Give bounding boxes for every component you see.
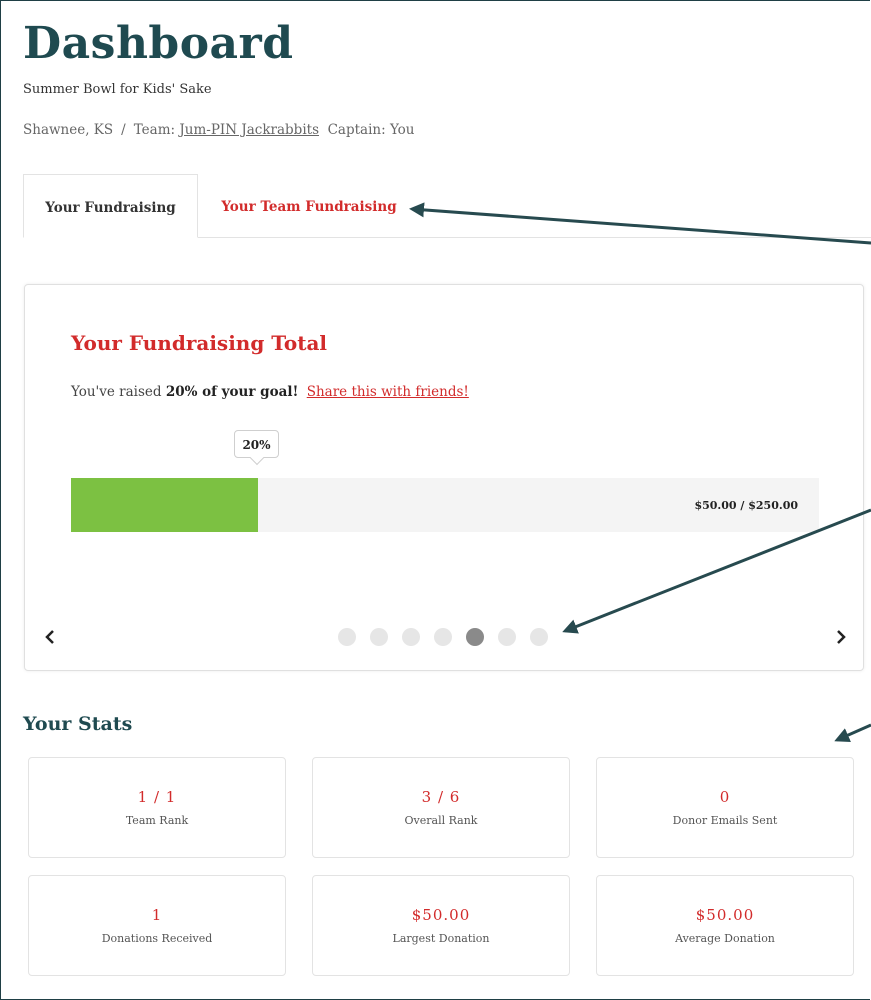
stat-value: $50.00 xyxy=(411,906,471,924)
meta-separator: / xyxy=(121,122,126,138)
stat-donations-received: 1 Donations Received xyxy=(28,875,286,976)
stat-value: 1 xyxy=(151,906,163,924)
carousel-dots xyxy=(338,628,562,646)
stat-largest-donation: $50.00 Largest Donation xyxy=(312,875,570,976)
stat-label: Team Rank xyxy=(125,814,189,827)
page-title: Dashboard xyxy=(23,18,294,69)
carousel-dot[interactable] xyxy=(466,628,484,646)
stat-team-rank: 1 / 1 Team Rank xyxy=(28,757,286,858)
stat-value: $50.00 xyxy=(695,906,755,924)
stat-average-donation: $50.00 Average Donation xyxy=(596,875,854,976)
captain-label: Captain: You xyxy=(327,122,415,138)
progress-bar-fill xyxy=(71,478,258,532)
carousel-prev-button[interactable] xyxy=(41,625,61,649)
tab-your-fundraising[interactable]: Your Fundraising xyxy=(23,174,198,238)
tab-your-team-fundraising[interactable]: Your Team Fundraising xyxy=(212,174,406,237)
raised-goal-percent: 20% of your goal! xyxy=(165,384,299,400)
carousel-dot[interactable] xyxy=(402,628,420,646)
stat-value: 1 / 1 xyxy=(137,788,177,806)
stat-label: Donations Received xyxy=(101,932,213,945)
stat-value: 3 / 6 xyxy=(421,788,461,806)
stat-value: 0 xyxy=(719,788,731,806)
raised-prefix: You've raised xyxy=(71,384,162,400)
carousel-dot[interactable] xyxy=(338,628,356,646)
chevron-right-icon xyxy=(837,630,846,644)
carousel-dot[interactable] xyxy=(530,628,548,646)
stat-label: Largest Donation xyxy=(392,932,490,945)
raised-text: You've raised 20% of your goal! Share th… xyxy=(71,384,469,400)
fundraising-title: Your Fundraising Total xyxy=(71,331,327,355)
team-label: Team: xyxy=(133,122,176,138)
progress-amount: $50.00 / $250.00 xyxy=(694,499,798,512)
event-meta: Shawnee, KS / Team: Jum-PIN Jackrabbits Ca… xyxy=(23,122,415,138)
stat-label: Donor Emails Sent xyxy=(672,814,778,827)
team-link[interactable]: Jum-PIN Jackrabbits xyxy=(179,122,319,138)
event-name: Summer Bowl for Kids' Sake xyxy=(23,82,212,97)
carousel-next-button[interactable] xyxy=(831,625,851,649)
stats-title: Your Stats xyxy=(23,713,133,735)
share-link[interactable]: Share this with friends! xyxy=(307,384,469,400)
progress-tooltip: 20% xyxy=(234,430,279,458)
stat-label: Average Donation xyxy=(675,932,775,945)
stat-donor-emails: 0 Donor Emails Sent xyxy=(596,757,854,858)
stat-label: Overall Rank xyxy=(404,814,478,827)
carousel-dot[interactable] xyxy=(434,628,452,646)
stat-overall-rank: 3 / 6 Overall Rank xyxy=(312,757,570,858)
carousel-dot[interactable] xyxy=(370,628,388,646)
progress-bar: $50.00 / $250.00 xyxy=(71,478,819,532)
event-location: Shawnee, KS xyxy=(23,122,114,138)
carousel-dot[interactable] xyxy=(498,628,516,646)
fundraising-card: Your Fundraising Total You've raised 20%… xyxy=(24,284,864,671)
chevron-left-icon xyxy=(45,630,54,644)
